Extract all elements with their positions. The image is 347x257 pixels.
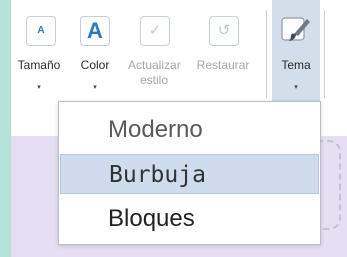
paintbrush-icon bbox=[281, 17, 310, 41]
checkmark-icon: ✓ bbox=[140, 16, 170, 46]
theme-option-burbuja[interactable]: Burbuja bbox=[60, 154, 319, 194]
font-size-small-icon: A bbox=[26, 16, 56, 46]
theme-button[interactable]: Tema ▾ bbox=[272, 0, 320, 108]
theme-dropdown-menu: Moderno Burbuja Bloques bbox=[58, 101, 321, 245]
font-color-icon: A bbox=[80, 16, 110, 46]
chevron-down-icon: ▾ bbox=[37, 84, 41, 91]
restore-button[interactable]: ↺ Restaurar bbox=[185, 0, 261, 108]
update-style-label: Actualizar estilo bbox=[128, 58, 181, 87]
undo-icon: ↺ bbox=[209, 16, 239, 46]
update-style-button[interactable]: ✓ Actualizar estilo bbox=[123, 0, 185, 108]
ribbon-separator bbox=[324, 10, 325, 98]
font-color-button[interactable]: A Color ▾ bbox=[67, 0, 123, 108]
theme-option-bloques[interactable]: Bloques bbox=[60, 199, 319, 239]
theme-option-moderno[interactable]: Moderno bbox=[60, 110, 319, 150]
font-size-label: Tamaño bbox=[17, 58, 61, 72]
ribbon-separator bbox=[266, 10, 267, 98]
font-color-label: Color bbox=[80, 58, 110, 72]
theme-label: Tema bbox=[281, 58, 311, 72]
font-size-button[interactable]: A Tamaño ▾ bbox=[11, 0, 67, 108]
chevron-down-icon: ▾ bbox=[93, 84, 97, 91]
ribbon-toolbar: A Tamaño ▾ A Color ▾ ✓ Actualizar estilo… bbox=[11, 0, 347, 109]
chevron-down-icon: ▾ bbox=[294, 84, 298, 91]
restore-label: Restaurar bbox=[196, 58, 250, 72]
